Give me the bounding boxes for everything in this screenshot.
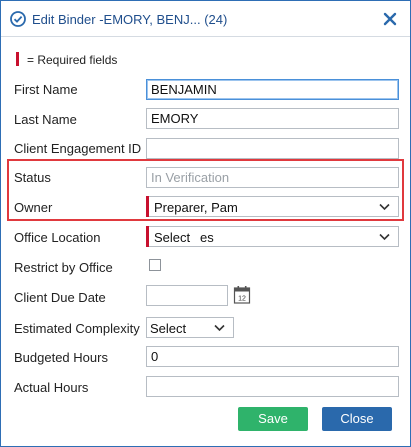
actual-hours-label: Actual Hours <box>14 380 89 395</box>
client-engagement-id-label: Client Engagement ID <box>14 141 142 156</box>
chevron-down-icon <box>379 203 390 211</box>
required-indicator <box>146 196 149 217</box>
owner-label: Owner <box>14 200 53 215</box>
check-circle-icon <box>10 11 26 27</box>
required-indicator <box>146 226 149 247</box>
first-name-label: First Name <box>14 82 78 97</box>
client-engagement-id-input[interactable] <box>146 138 399 159</box>
edit-binder-dialog: Edit Binder -EMORY, BENJ... (24) = Requi… <box>0 0 411 447</box>
dialog-title: Edit Binder -EMORY, BENJ... (24) <box>32 12 228 27</box>
status-field <box>146 167 399 188</box>
svg-text:12: 12 <box>238 296 246 303</box>
close-icon[interactable] <box>381 10 399 28</box>
restrict-by-office-label: Restrict by Office <box>14 260 113 275</box>
close-button[interactable]: Close <box>322 407 392 431</box>
save-button[interactable]: Save <box>238 407 308 431</box>
required-marker <box>16 52 19 66</box>
calendar-icon[interactable]: 12 <box>233 285 251 305</box>
chevron-down-icon <box>379 233 390 241</box>
estimated-complexity-select[interactable]: Select <box>146 317 234 338</box>
office-location-label: Office Location <box>14 230 101 245</box>
dialog-titlebar: Edit Binder -EMORY, BENJ... (24) <box>1 1 410 37</box>
client-due-date-label: Client Due Date <box>14 290 106 305</box>
restrict-by-office-checkbox[interactable] <box>149 259 161 271</box>
office-location-value: Select <box>154 230 191 245</box>
owner-value: Preparer, Pam <box>154 200 238 215</box>
office-location-value-suffix: es <box>200 230 214 245</box>
last-name-input[interactable] <box>146 108 399 129</box>
last-name-label: Last Name <box>14 112 77 127</box>
budgeted-hours-input[interactable] <box>146 346 399 367</box>
office-location-select[interactable]: Select es <box>146 226 399 247</box>
required-note: = Required fields <box>27 53 118 67</box>
estimated-complexity-label: Estimated Complexity <box>14 321 140 336</box>
budgeted-hours-label: Budgeted Hours <box>14 350 108 365</box>
chevron-down-icon <box>214 324 225 332</box>
client-due-date-input[interactable] <box>146 285 228 306</box>
actual-hours-input[interactable] <box>146 376 399 397</box>
estimated-complexity-value: Select <box>150 321 187 336</box>
first-name-input[interactable] <box>146 79 399 100</box>
status-label: Status <box>14 170 51 185</box>
owner-select[interactable]: Preparer, Pam <box>146 196 399 217</box>
